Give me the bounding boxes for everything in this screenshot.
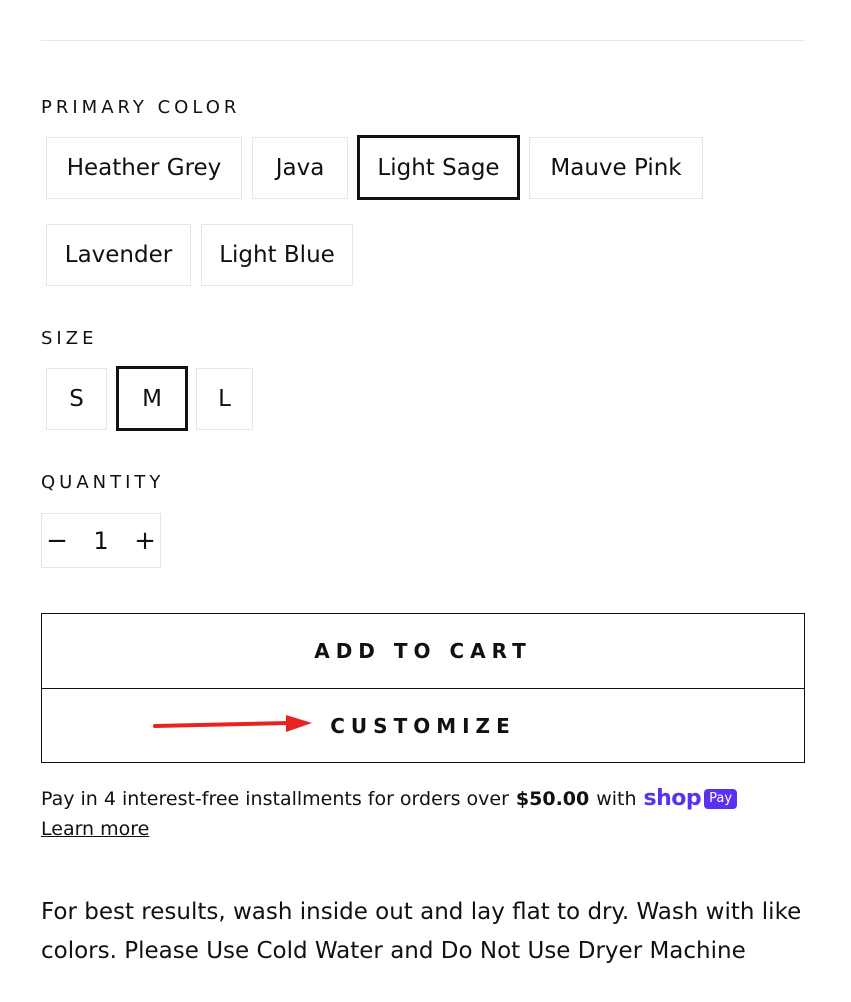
size-option-s[interactable]: S bbox=[46, 368, 107, 430]
installments-amount: $50.00 bbox=[515, 788, 590, 810]
arrow-shaft bbox=[153, 721, 292, 728]
quantity-label: QUANTITY bbox=[41, 472, 165, 493]
shop-logo-text: shop bbox=[643, 786, 702, 811]
quantity-decrease-button[interactable]: − bbox=[42, 514, 72, 567]
color-option-light-sage[interactable]: Light Sage bbox=[357, 135, 520, 200]
care-instructions: For best results, wash inside out and la… bbox=[41, 899, 802, 964]
size-option-m[interactable]: M bbox=[116, 366, 188, 431]
color-option-lavender[interactable]: Lavender bbox=[46, 224, 191, 286]
pay-badge: Pay bbox=[704, 789, 738, 809]
primary-color-label: PRIMARY COLOR bbox=[41, 97, 241, 118]
learn-more-link[interactable]: Learn more bbox=[41, 818, 149, 840]
quantity-input[interactable]: 1 bbox=[82, 514, 120, 567]
installments-text: Pay in 4 interest-free installments for … bbox=[41, 788, 509, 810]
shop-pay-installments: Pay in 4 interest-free installments for … bbox=[41, 785, 738, 813]
size-option-l[interactable]: L bbox=[196, 368, 253, 430]
color-option-light-blue[interactable]: Light Blue bbox=[201, 224, 353, 286]
arrow-head bbox=[286, 715, 312, 732]
size-label: SIZE bbox=[41, 328, 98, 349]
color-option-java[interactable]: Java bbox=[252, 137, 348, 199]
shop-pay-logo: shop Pay bbox=[644, 785, 738, 813]
add-to-cart-button[interactable]: ADD TO CART bbox=[41, 613, 805, 689]
color-option-heather-grey[interactable]: Heather Grey bbox=[46, 137, 242, 199]
color-option-mauve-pink[interactable]: Mauve Pink bbox=[529, 137, 703, 199]
quantity-increase-button[interactable]: + bbox=[130, 514, 160, 567]
top-divider bbox=[41, 40, 805, 41]
quantity-stepper: − 1 + bbox=[41, 513, 161, 568]
installments-with: with bbox=[596, 788, 637, 810]
red-arrow-annotation bbox=[153, 715, 312, 732]
